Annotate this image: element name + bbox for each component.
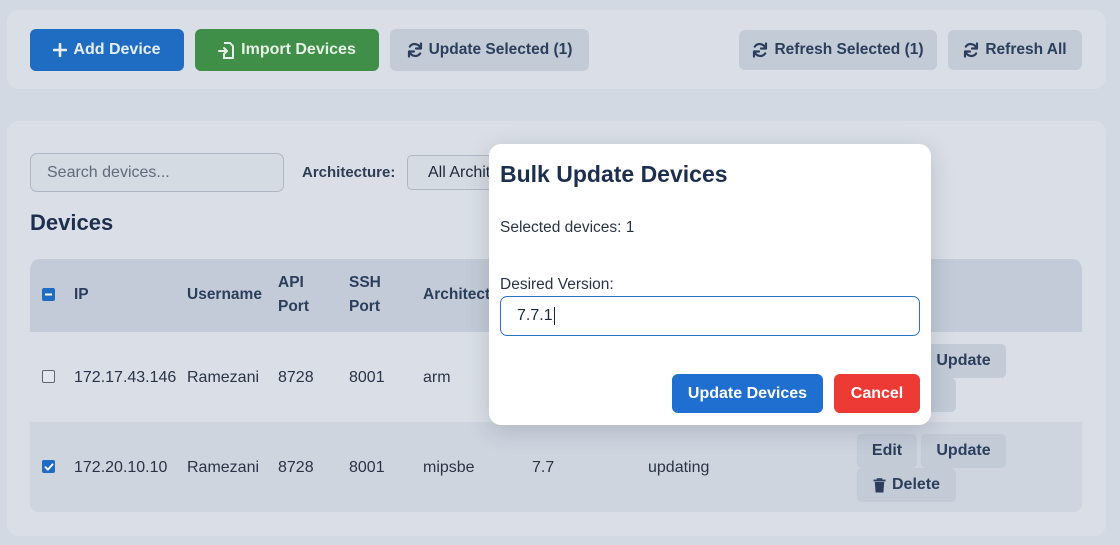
update-selected-label: Update Selected (1) <box>428 41 573 58</box>
sync-icon <box>407 42 422 58</box>
cell-ssh-port: 8001 <box>349 369 385 386</box>
cell-ip: 172.17.43.146 <box>74 369 177 386</box>
trash-icon <box>873 477 886 492</box>
architecture-label: Architecture: <box>302 164 396 181</box>
edit-device-button[interactable]: Edit <box>857 434 917 468</box>
delete-label: Delete <box>891 476 941 493</box>
column-ssh-port-line1: SSH <box>349 274 381 291</box>
plus-icon <box>53 43 68 57</box>
cell-ssh-port: 8001 <box>349 459 385 476</box>
import-devices-button[interactable]: Import Devices <box>195 29 379 71</box>
update-device-button[interactable]: Update <box>921 344 1006 378</box>
row-checkbox[interactable] <box>42 370 55 383</box>
column-ssh-port-line2: Port <box>349 298 380 315</box>
sync-icon <box>753 42 768 58</box>
modal-title: Bulk Update Devices <box>500 161 728 187</box>
search-placeholder: Search devices... <box>47 163 170 181</box>
bulk-update-modal: Bulk Update Devices Selected devices: 1 … <box>489 144 931 425</box>
selected-devices-count: Selected devices: 1 <box>500 219 635 236</box>
text-caret <box>553 307 555 325</box>
refresh-all-button[interactable]: Refresh All <box>948 30 1082 70</box>
cell-architecture: mipsbe <box>423 459 475 476</box>
search-input[interactable]: Search devices... <box>30 153 284 192</box>
table-row: 172.20.10.10 Ramezani 8728 8001 mipsbe 7… <box>30 422 1082 512</box>
cell-version: 7.7 <box>532 459 555 476</box>
cell-api-port: 8728 <box>278 459 314 476</box>
column-username: Username <box>187 286 262 303</box>
delete-device-button[interactable]: Delete <box>857 468 956 502</box>
refresh-selected-button[interactable]: Refresh Selected (1) <box>739 30 937 70</box>
row-checkbox[interactable] <box>42 460 55 473</box>
select-all-checkbox[interactable] <box>42 288 55 301</box>
checkmark-icon <box>44 462 54 471</box>
refresh-all-label: Refresh All <box>985 41 1067 58</box>
devices-title: Devices <box>30 210 114 235</box>
cell-status: updating <box>648 459 710 476</box>
column-ssh-port: SSH Port <box>349 271 381 319</box>
update-label: Update <box>936 352 991 369</box>
file-import-icon <box>218 41 235 59</box>
column-api-port-line2: Port <box>278 298 309 315</box>
refresh-selected-label: Refresh Selected (1) <box>774 41 924 58</box>
edit-label: Edit <box>871 442 903 459</box>
desired-version-label: Desired Version: <box>500 276 614 293</box>
import-devices-label: Import Devices <box>241 41 356 58</box>
cell-ip: 172.20.10.10 <box>74 459 168 476</box>
cancel-button[interactable]: Cancel <box>834 374 920 413</box>
add-device-button[interactable]: Add Device <box>30 29 184 71</box>
update-device-button[interactable]: Update <box>921 434 1006 468</box>
update-selected-button[interactable]: Update Selected (1) <box>390 29 589 71</box>
column-api-port: API Port <box>278 271 309 319</box>
desired-version-input[interactable]: 7.7.1 <box>500 296 920 336</box>
cell-architecture: arm <box>423 369 451 386</box>
desired-version-value: 7.7.1 <box>517 307 553 324</box>
update-label: Update <box>936 442 991 459</box>
minus-icon <box>45 293 52 296</box>
cell-api-port: 8728 <box>278 369 314 386</box>
sync-icon <box>964 42 979 58</box>
add-device-label: Add Device <box>73 41 161 58</box>
column-ip: IP <box>74 286 89 303</box>
cell-username: Ramezani <box>187 459 260 476</box>
column-api-port-line1: API <box>278 274 304 291</box>
cell-username: Ramezani <box>187 369 260 386</box>
update-devices-button[interactable]: Update Devices <box>672 374 823 413</box>
